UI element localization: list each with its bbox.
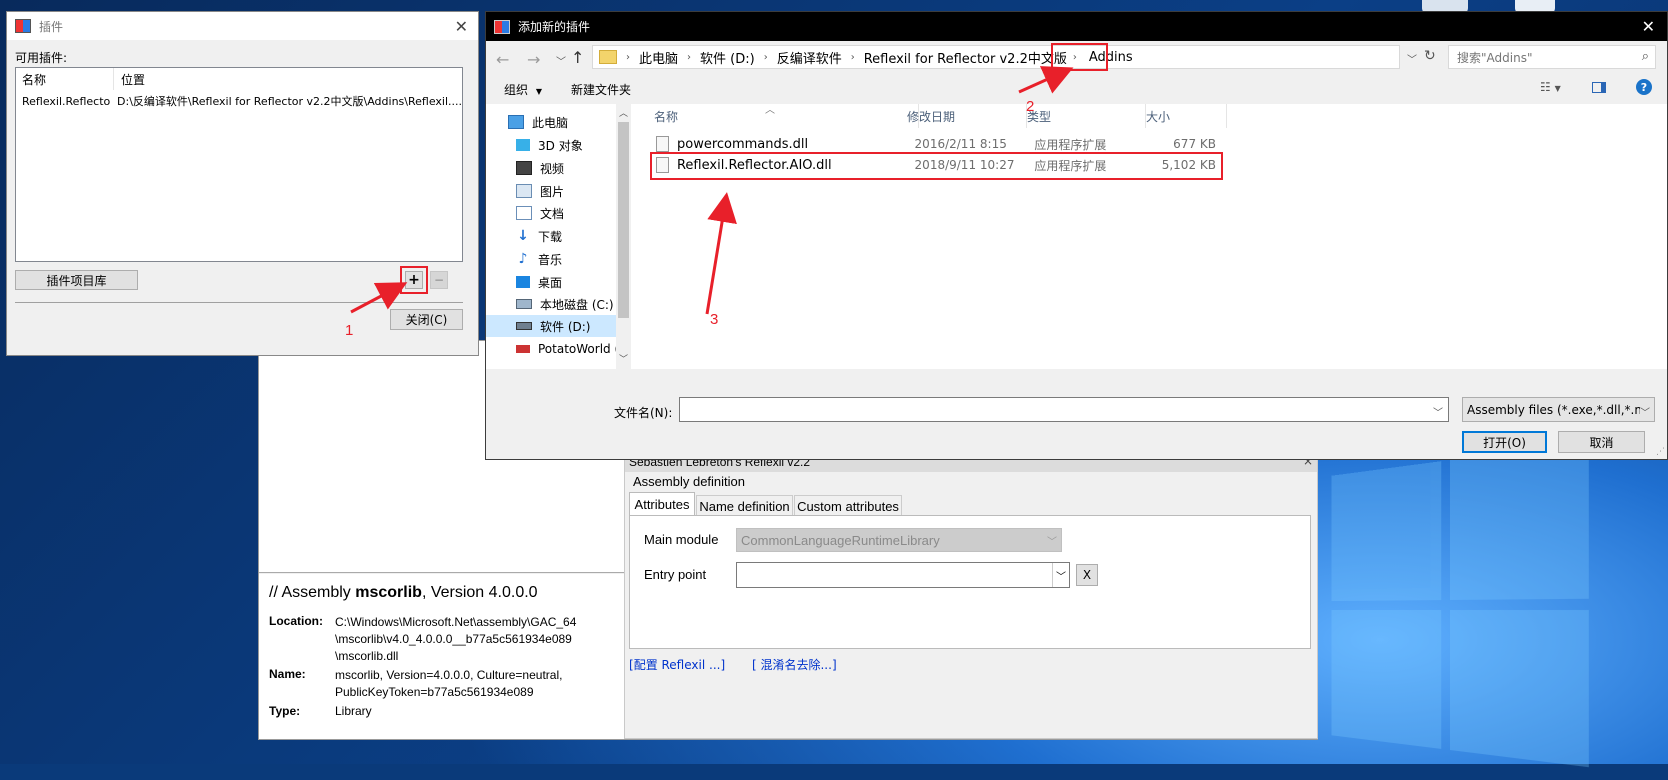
arrow-2 [1018, 66, 1074, 94]
arrow-1 [350, 282, 408, 314]
arrow-3 [705, 192, 737, 315]
annotation-number-1: 1 [345, 322, 354, 339]
annotation-arrows [350, 66, 1074, 315]
annotation-number-3: 3 [710, 311, 719, 328]
annotation-number-2: 2 [1026, 98, 1035, 115]
